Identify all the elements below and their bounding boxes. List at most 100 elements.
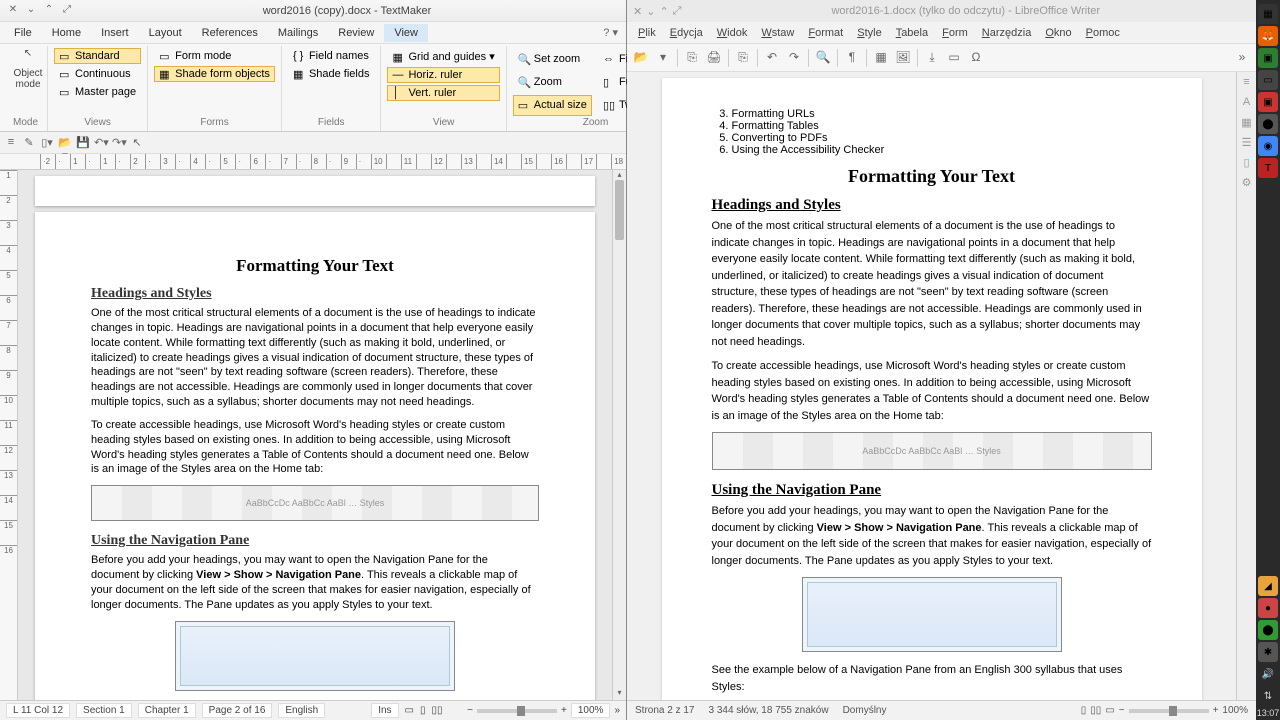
copy-icon[interactable]: ⎘ [735,50,751,66]
status-pos[interactable]: L 11 Col 12 [6,703,70,718]
zoom-slider[interactable] [1129,709,1209,713]
min-icon[interactable]: ⌄ [646,5,655,18]
horizontal-ruler[interactable]: ·2·1·1·2·3·4·5·6·7·8·9·10111213141516171… [0,154,626,170]
dropdown-icon[interactable]: ▾ [655,50,671,66]
status-chapter[interactable]: Chapter 1 [138,703,196,718]
menu-view[interactable]: View [384,24,428,42]
lo-menu-item[interactable]: Okno [1038,24,1078,42]
table-icon[interactable]: ▦ [873,50,889,66]
shade-fields[interactable]: ▦Shade fields [288,66,375,82]
views-master[interactable]: ▭Master page [54,84,141,100]
export-pdf-icon[interactable]: ⎘ [684,50,700,66]
tray-app-icon[interactable]: ⬤ [1258,114,1278,134]
sidebar-inspect-icon[interactable]: ⚙ [1240,176,1254,190]
tray-app-icon[interactable]: ● [1258,598,1278,618]
shade-form-objects[interactable]: ▦Shade form objects [154,66,275,82]
vertical-ruler[interactable]: 12345678910111213141516 [0,170,18,700]
view-single-icon[interactable]: ▯ [1081,705,1087,716]
set-zoom[interactable]: 🔍Set zoom [513,48,592,69]
lo-status-page[interactable]: Strona 2 z 17 [635,705,694,716]
tray-app-icon[interactable]: T [1258,158,1278,178]
status-ins[interactable]: Ins [371,703,398,718]
redo-icon[interactable]: ↷▾ [112,136,126,150]
lo-menu-item[interactable]: Narzędzia [975,24,1039,42]
open-icon[interactable]: 📂▾ [58,136,72,150]
lo-menu-item[interactable]: Style [850,24,888,42]
status-lang[interactable]: English [278,703,325,718]
brush-icon[interactable]: ✎ [22,136,36,150]
zoom-out-icon[interactable]: − [467,705,473,716]
close-icon[interactable]: ✕ [6,4,20,18]
max-icon[interactable]: ⌃ [42,4,56,18]
symbol-icon[interactable]: Ω [968,50,984,66]
sidebar-properties-icon[interactable]: ≡ [1240,76,1254,90]
rest-icon[interactable]: ⤢ [60,4,74,18]
lo-menu-item[interactable]: Plik [631,24,663,42]
object-mode-button[interactable]: ↖ Object mode [10,48,46,90]
menu-mailings[interactable]: Mailings [268,24,328,42]
close-icon[interactable]: ✕ [633,5,642,18]
lo-menu-item[interactable]: Wstaw [754,24,801,42]
sidebar-styles-icon[interactable]: A [1240,96,1254,110]
grid-guides[interactable]: ▦Grid and guides ▾ [387,48,499,65]
save-icon[interactable]: 💾 [76,136,90,150]
lo-menu-item[interactable]: Tabela [889,24,935,42]
open-icon[interactable]: 📂 [633,50,649,66]
menu-insert[interactable]: Insert [91,24,139,42]
views-continuous[interactable]: ▭Continuous [54,66,141,82]
zoom-out-icon[interactable]: − [1119,705,1125,716]
status-section[interactable]: Section 1 [76,703,132,718]
tray-clock[interactable]: 13:07 [1257,708,1280,720]
menu-layout[interactable]: Layout [139,24,192,42]
sidebar-nav-icon[interactable]: ☰ [1240,136,1254,150]
tray-app-icon[interactable]: ⬤ [1258,620,1278,640]
field-icon[interactable]: ▭ [946,50,962,66]
view-mode-icon[interactable]: ▭ [405,705,414,716]
form-mode[interactable]: ▭Form mode [154,48,275,64]
zoom-in-icon[interactable]: + [1213,705,1219,716]
zoom-value[interactable]: 100% [1222,705,1248,716]
scrollbar-thumb[interactable] [615,180,624,240]
menu-overflow-icon[interactable]: ? ▾ [599,26,622,39]
menu-home[interactable]: Home [42,24,91,42]
lo-menu-item[interactable]: Widok [710,24,755,42]
tray-chrome-icon[interactable]: ◉ [1258,136,1278,156]
menu-review[interactable]: Review [328,24,384,42]
actual-size[interactable]: ▭Actual size [513,95,592,116]
lo-status-words[interactable]: 3 344 słów, 18 755 znaków [708,705,828,716]
image-icon[interactable]: 🖼 [895,50,911,66]
align-icon[interactable]: ≡ [4,136,18,150]
pointer-icon[interactable]: ↖ [130,136,144,150]
tray-app-icon[interactable]: ▭ [1258,70,1278,90]
pilcrow-icon[interactable]: ¶ [844,50,860,66]
redo-icon[interactable]: ↷ [786,50,802,66]
horiz-ruler[interactable]: —Horiz. ruler [387,67,499,83]
zoom[interactable]: 🔍Zoom [513,71,592,92]
sidebar-gallery-icon[interactable]: ▦ [1240,116,1254,130]
tray-app-icon[interactable]: ▣ [1258,92,1278,112]
tray-app-icon[interactable]: ◢ [1258,576,1278,596]
zoom-expand-icon[interactable]: » [614,705,620,716]
search-icon[interactable]: 🔍 [815,50,831,66]
max-icon[interactable]: ⌃ [659,5,668,18]
zoom-value[interactable]: 100% [571,703,611,718]
new-icon[interactable]: ▯▾ [40,136,54,150]
tray-workspace-icon[interactable]: ▦ [1258,4,1278,24]
sidebar-page-icon[interactable]: ▯ [1240,156,1254,170]
print-icon[interactable]: 🖨 [706,50,722,66]
chevron-icon[interactable]: » [1234,50,1250,66]
views-standard[interactable]: ▭Standard [54,48,141,64]
tray-network-icon[interactable]: ⇅ [1258,686,1278,706]
scroll-down-icon[interactable]: ▾ [613,688,626,700]
lo-menu-item[interactable]: Edycja [663,24,710,42]
status-page[interactable]: Page 2 of 16 [202,703,273,718]
tray-settings-icon[interactable]: ✱ [1258,642,1278,662]
view-multi-icon[interactable]: ▯▯ [1090,705,1101,716]
vert-ruler[interactable]: │Vert. ruler [387,85,499,101]
rest-icon[interactable]: ⤢ [673,5,682,18]
tray-volume-icon[interactable]: 🔊 [1258,664,1278,684]
lo-status-style[interactable]: Domyślny [843,705,887,716]
document-page[interactable]: Formatting Your Text Headings and Styles… [35,212,595,700]
zoom-slider[interactable] [477,709,557,713]
tray-firefox-icon[interactable]: 🦊 [1258,26,1278,46]
